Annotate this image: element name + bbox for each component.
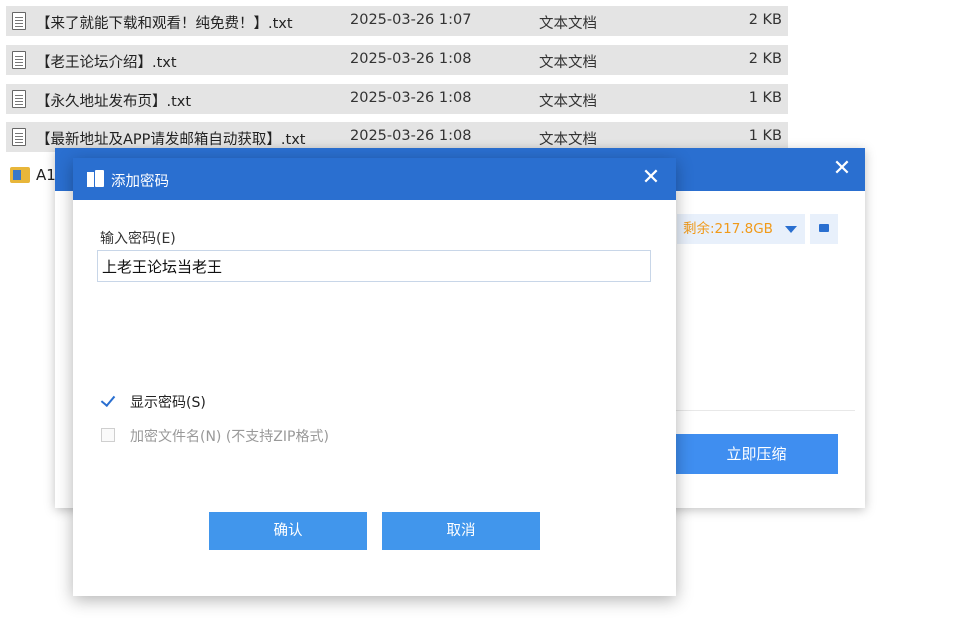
password-label: 输入密码(E): [100, 231, 176, 247]
file-type: 文本文档: [539, 55, 597, 71]
close-icon[interactable]: ✕: [638, 165, 664, 191]
file-row[interactable]: 【来了就能下载和观看！纯免费！】.txt 2025-03-26 1:07 文本文…: [6, 6, 788, 36]
compress-now-button[interactable]: 立即压缩: [675, 434, 838, 474]
text-file-icon: [12, 12, 26, 30]
divider: [675, 410, 855, 411]
file-name: 【永久地址发布页】.txt: [36, 94, 192, 110]
file-date: 2025-03-26 1:08: [350, 51, 472, 67]
archive-folder-icon: [10, 167, 30, 183]
dialog-title: 添加密码: [111, 174, 169, 190]
file-date: 2025-03-26 1:08: [350, 90, 472, 106]
close-icon[interactable]: ✕: [829, 156, 855, 182]
file-type: 文本文档: [539, 132, 597, 148]
file-name: 【最新地址及APP请发邮箱自动获取】.txt: [36, 132, 306, 148]
password-input[interactable]: [97, 250, 651, 282]
chevron-down-icon[interactable]: [777, 214, 805, 244]
file-size: 2 KB: [748, 12, 782, 28]
file-type: 文本文档: [539, 16, 597, 32]
cancel-button[interactable]: 取消: [382, 512, 540, 550]
folder-icon[interactable]: [810, 214, 838, 244]
file-date: 2025-03-26 1:08: [350, 128, 472, 144]
file-name: 【老王论坛介绍】.txt: [36, 55, 177, 71]
text-file-icon: [12, 51, 26, 69]
file-row[interactable]: 【永久地址发布页】.txt 2025-03-26 1:08 文本文档 1 KB: [6, 84, 788, 114]
file-size: 2 KB: [748, 51, 782, 67]
text-file-icon: [12, 128, 26, 146]
show-password-label: 显示密码(S): [130, 395, 206, 411]
file-row[interactable]: 【老王论坛介绍】.txt 2025-03-26 1:08 文本文档 2 KB: [6, 45, 788, 75]
file-type: 文本文档: [539, 94, 597, 110]
file-date: 2025-03-26 1:07: [350, 12, 472, 28]
checkmark-icon: [101, 394, 115, 408]
archive-name: A1: [36, 166, 56, 184]
file-size: 1 KB: [748, 128, 782, 144]
add-password-dialog: 添加密码 ✕ 输入密码(E) 显示密码(S) 加密文件名(N) (不支持ZIP格…: [73, 158, 676, 596]
checkbox-box: [101, 428, 115, 442]
dialog-titlebar: 添加密码 ✕: [73, 158, 676, 200]
file-name: 【来了就能下载和观看！纯免费！】.txt: [36, 16, 293, 32]
text-file-icon: [12, 90, 26, 108]
encrypt-filename-label: 加密文件名(N) (不支持ZIP格式): [130, 429, 329, 445]
confirm-button[interactable]: 确认: [209, 512, 367, 550]
file-size: 1 KB: [748, 90, 782, 106]
free-space-label: 剩余:217.8GB: [677, 214, 777, 244]
app-book-icon: [87, 170, 105, 188]
